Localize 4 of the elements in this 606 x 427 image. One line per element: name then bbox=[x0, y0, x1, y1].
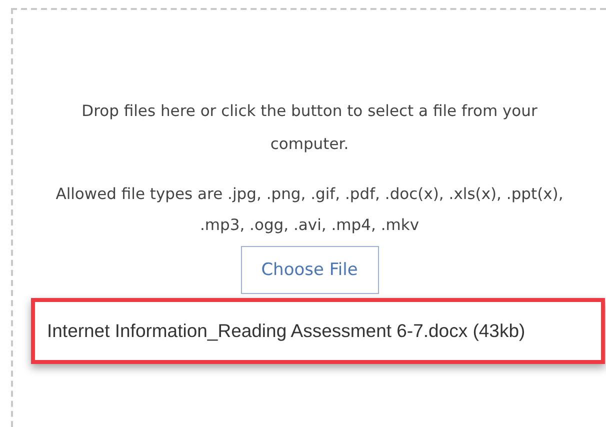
file-name: Internet Information_Reading Assessment 6-7.docx (43kb) bbox=[47, 320, 526, 342]
choose-file-button[interactable]: Choose File bbox=[240, 246, 378, 294]
allowed-types-text: Allowed file types are .jpg, .png, .gif, .pdf, .doc(x), .xls(x), .ppt(x), .mp3, .ogg, .avi, .mp4, .mkv bbox=[54, 184, 564, 236]
instructions-text: Drop files here or click the button to select a file from your computer. bbox=[80, 101, 538, 155]
